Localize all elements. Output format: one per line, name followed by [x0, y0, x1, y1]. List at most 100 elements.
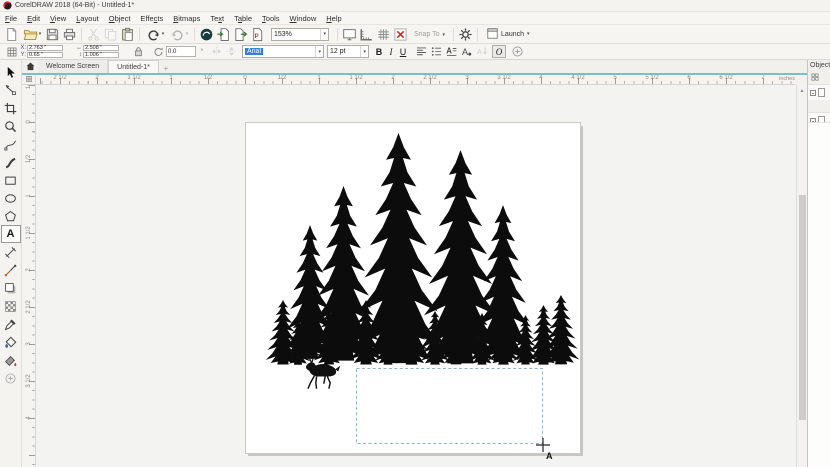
menu-file[interactable]: File — [0, 14, 22, 23]
copy-icon[interactable] — [102, 26, 119, 42]
transparency-tool[interactable] — [1, 297, 21, 315]
print-icon[interactable] — [61, 26, 78, 42]
undo-icon[interactable]: ▾ — [143, 26, 167, 42]
object-height-field[interactable]: 1.006 " — [83, 52, 119, 58]
text-alignment-icon[interactable] — [414, 45, 429, 59]
application-window: CorelDRAW 2018 (64-Bit) - Untitled-1* Fi… — [0, 0, 830, 467]
mirror-horizontal-icon[interactable] — [209, 45, 224, 59]
horizontal-ruler[interactable]: 2 1/221 1/211/201/211 1/222 1/233 1/244 … — [36, 75, 796, 85]
lock-ratio-icon[interactable] — [131, 45, 146, 59]
freehand-tool[interactable] — [1, 135, 21, 153]
underline-button[interactable]: U — [397, 45, 409, 58]
font-size-combo[interactable]: 12 pt▾ — [327, 45, 369, 58]
menu-bitmaps[interactable]: Bitmaps — [168, 14, 205, 23]
menu-edit[interactable]: Edit — [22, 14, 45, 23]
layer-row[interactable] — [808, 84, 830, 100]
bold-button[interactable]: B — [373, 45, 385, 58]
interactive-opentype-button[interactable]: O — [492, 45, 506, 58]
collapse-box-icon[interactable] — [810, 90, 816, 96]
ellipse-tool[interactable] — [1, 189, 21, 207]
y-position-field[interactable]: 0.65 " — [27, 52, 63, 58]
menu-text[interactable]: Text — [205, 14, 229, 23]
crop-tool[interactable] — [1, 99, 21, 117]
shape-tool[interactable] — [1, 81, 21, 99]
show-rulers-icon[interactable] — [358, 26, 375, 42]
ruler-label: 1 — [26, 194, 32, 197]
x-position-field[interactable]: 2.763 " — [27, 45, 63, 51]
add-tool[interactable] — [1, 369, 21, 387]
tab-untitled-1-[interactable]: Untitled-1* — [108, 60, 159, 73]
search-content-icon[interactable] — [198, 26, 215, 42]
full-screen-preview-icon[interactable] — [341, 26, 358, 42]
zoom-tool[interactable] — [1, 117, 21, 135]
show-grid-icon[interactable] — [375, 26, 392, 42]
character-formatting-icon[interactable]: A — [459, 45, 474, 59]
svg-text:A: A — [462, 47, 469, 57]
cut-icon[interactable] — [85, 26, 102, 42]
mirror-vertical-icon[interactable] — [224, 45, 239, 59]
layers-grid-icon[interactable] — [810, 77, 820, 84]
menu-view[interactable]: View — [45, 14, 71, 23]
color-eyedropper-tool[interactable] — [1, 315, 21, 333]
object-width-field[interactable]: 2.508 " — [83, 45, 119, 51]
italic-button[interactable]: I — [385, 45, 397, 58]
toolbox: A — [0, 60, 22, 467]
chevron-down-icon[interactable]: ▾ — [360, 46, 368, 57]
menu-window[interactable]: Window — [285, 14, 322, 23]
publish-pdf-icon[interactable]: P — [249, 26, 266, 42]
scroll-up-icon[interactable]: ▲ — [797, 85, 807, 96]
paste-icon[interactable] — [119, 26, 136, 42]
drop-shadow-tool[interactable] — [1, 279, 21, 297]
vertical-text-icon[interactable]: A — [474, 45, 489, 59]
menu-effects[interactable]: Effects — [135, 14, 168, 23]
launch-button[interactable]: Launch ▾ — [486, 27, 529, 42]
new-document-icon[interactable] — [3, 26, 20, 42]
import-icon[interactable] — [215, 26, 232, 42]
ruler-ticks-major — [29, 85, 35, 467]
connector-tool[interactable] — [1, 261, 21, 279]
add-property-icon[interactable] — [510, 45, 525, 59]
smart-fill-tool[interactable] — [1, 351, 21, 369]
interactive-fill-tool[interactable] — [1, 333, 21, 351]
ruler-origin-button[interactable] — [22, 75, 36, 85]
toolbar-separator — [194, 28, 195, 41]
text-tool[interactable]: A — [1, 225, 21, 243]
home-tab-icon[interactable] — [22, 60, 38, 73]
parallel-dimension-tool[interactable] — [1, 243, 21, 261]
ruler-ticks-major — [36, 78, 796, 84]
font-family-combo[interactable]: Arial ▾ — [242, 45, 324, 58]
export-icon[interactable] — [232, 26, 249, 42]
artistic-media-tool[interactable] — [1, 153, 21, 171]
drop-cap-icon[interactable]: A — [444, 45, 459, 59]
tab-welcome-screen[interactable]: Welcome Screen — [38, 60, 108, 73]
vertical-ruler[interactable]: 1/201/211 1/222 1/233 1/24 — [22, 85, 36, 467]
pick-tool[interactable] — [1, 63, 21, 81]
rotation-angle-field[interactable]: 0.0 — [166, 46, 196, 57]
drawing-canvas[interactable]: A — [36, 85, 796, 467]
zoom-level-combo[interactable]: 153%▾ — [271, 28, 329, 41]
vertical-scrollbar[interactable]: ▲ — [796, 85, 807, 467]
new-tab-button[interactable]: + — [159, 64, 173, 73]
font-family-value: Arial — [245, 48, 263, 55]
menu-help[interactable]: Help — [321, 14, 346, 23]
menu-table[interactable]: Table — [229, 14, 257, 23]
ruler-label: 3 1/2 — [497, 75, 510, 81]
menu-object[interactable]: Object — [104, 14, 136, 23]
bulleted-list-icon[interactable] — [429, 45, 444, 59]
save-icon[interactable] — [44, 26, 61, 42]
menu-layout[interactable]: Layout — [71, 14, 104, 23]
rectangle-tool[interactable] — [1, 171, 21, 189]
menu-bar: FileEditViewLayoutObjectEffectsBitmapsTe… — [0, 12, 830, 25]
open-folder-icon[interactable]: ▾ — [20, 26, 44, 42]
menu-tools[interactable]: Tools — [257, 14, 285, 23]
snap-off-icon[interactable] — [392, 26, 409, 42]
polygon-tool[interactable] — [1, 207, 21, 225]
chevron-down-icon: ▾ — [527, 31, 530, 37]
options-gear-icon[interactable] — [457, 26, 474, 42]
ruler-label: 7 — [761, 75, 764, 81]
scrollbar-thumb[interactable] — [799, 195, 806, 420]
snap-to-button[interactable]: Snap To ▾ — [414, 31, 445, 38]
window-title: CorelDRAW 2018 (64-Bit) - Untitled-1* — [15, 2, 134, 9]
chevron-down-icon[interactable]: ▾ — [315, 46, 323, 57]
redo-icon[interactable]: ▾ — [167, 26, 191, 42]
